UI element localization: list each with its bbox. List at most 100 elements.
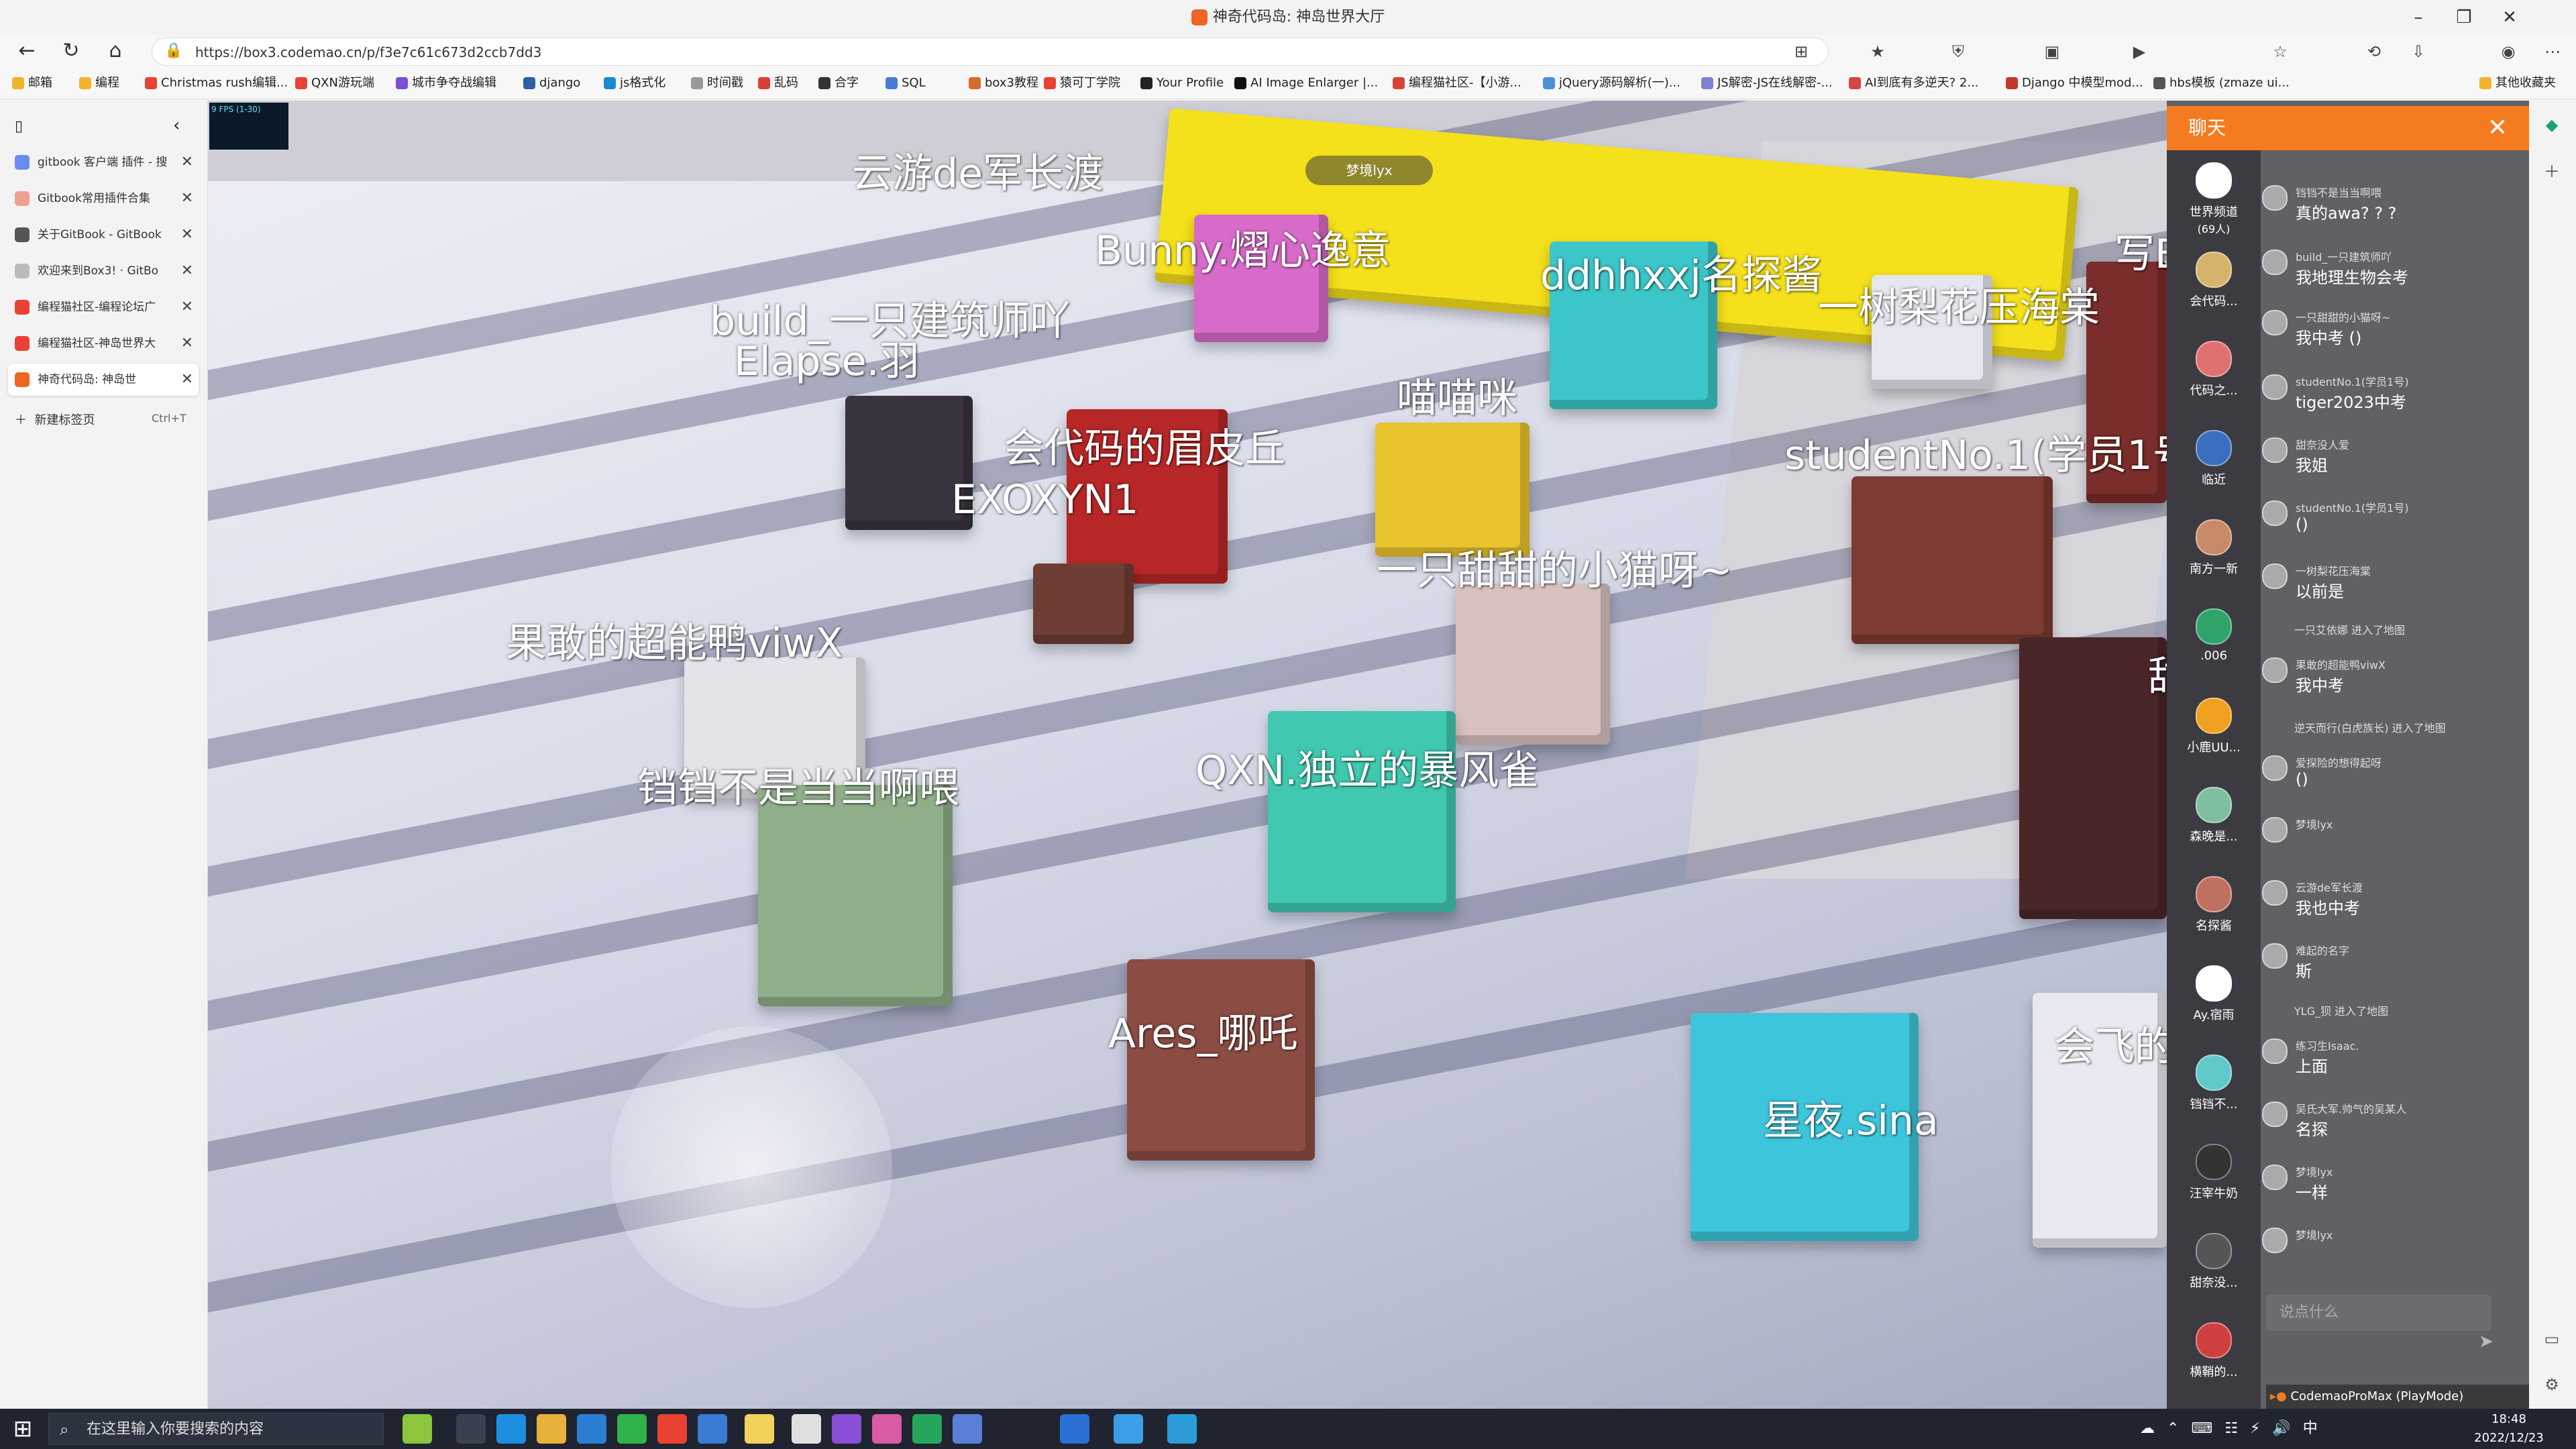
bookmark-item[interactable]: box3教程 — [969, 72, 1038, 94]
bookmark-item[interactable]: Django 中模型mod... — [2006, 72, 2143, 94]
avatar[interactable] — [2262, 657, 2288, 683]
task-view-icon[interactable] — [456, 1414, 486, 1444]
bookmark-item[interactable]: AI Image Enlarger |... — [1234, 72, 1378, 94]
close-tab-icon[interactable]: ✕ — [181, 219, 193, 251]
tab-actions-icon[interactable]: ▯ — [15, 118, 23, 135]
home-icon[interactable]: ⌂ — [102, 38, 129, 64]
bookmark-item[interactable]: 编程猫社区-【小游... — [1393, 72, 1521, 94]
app-icon[interactable] — [1060, 1414, 1089, 1444]
chat-channel[interactable]: 会代码... — [2167, 245, 2261, 325]
bookmark-item[interactable]: 城市争夺战编辑 — [396, 72, 496, 94]
app-icon[interactable] — [872, 1414, 902, 1444]
play-icon[interactable]: ▶ — [2127, 39, 2152, 64]
avatar[interactable] — [2262, 755, 2288, 781]
chat-channel[interactable]: 铛铛不... — [2167, 1048, 2261, 1128]
bookmark-item[interactable]: Christmas rush编辑... — [145, 72, 288, 94]
vscode-icon[interactable] — [577, 1414, 606, 1444]
minimize-button[interactable]: – — [2396, 0, 2440, 35]
bookmark-item[interactable]: AI到底有多逆天? 2... — [1849, 72, 1979, 94]
chat-channel[interactable]: 名探酱 — [2167, 869, 2261, 950]
close-tab-icon[interactable]: ✕ — [181, 291, 193, 323]
tab-item[interactable]: 编程猫社区-编程论坛广 ✕ — [8, 291, 199, 323]
windows-start-icon[interactable]: ⊞ — [8, 1414, 38, 1444]
document-icon[interactable] — [792, 1414, 821, 1444]
close-tab-icon[interactable]: ✕ — [181, 327, 193, 360]
bookmark-item[interactable]: jQuery源码解析(一)... — [1543, 72, 1680, 94]
app-icon[interactable] — [698, 1414, 727, 1444]
maximize-button[interactable]: ❐ — [2442, 0, 2486, 35]
chat-channel[interactable]: 代码之... — [2167, 334, 2261, 415]
file-explorer-icon[interactable] — [537, 1414, 566, 1444]
close-window-button[interactable]: ✕ — [2487, 0, 2532, 35]
bookmark-item[interactable]: 乱码 — [758, 72, 798, 94]
collections-icon[interactable]: ☆ — [2267, 39, 2293, 64]
bookmark-item[interactable]: 合字 — [818, 72, 859, 94]
visual-studio-icon[interactable] — [832, 1414, 861, 1444]
avatar[interactable] — [2262, 943, 2288, 969]
bookmark-item[interactable]: Your Profile — [1140, 72, 1224, 94]
close-tab-icon[interactable]: ✕ — [181, 182, 193, 215]
app-icon[interactable] — [953, 1414, 982, 1444]
chat-channel[interactable]: 南方一新 — [2167, 513, 2261, 593]
settings-gear-icon[interactable]: ⚙ — [2538, 1371, 2565, 1398]
bookmark-item[interactable]: 时间戳 — [691, 72, 743, 94]
game-viewport[interactable]: 云游de军长渡 Bunny.熠心逸意 ddhhxxj名探酱 一树梨花压海棠 bu… — [208, 101, 2167, 1409]
avatar[interactable] — [2262, 1228, 2288, 1253]
system-tray-icons[interactable]: ☁⌃⌨☷⚡🔊中 — [2140, 1415, 2449, 1442]
new-tab-button[interactable]: ＋ 新建标签页 — [15, 411, 95, 428]
app-icon[interactable] — [1114, 1414, 1143, 1444]
sidebar-layout-icon[interactable]: ▭ — [2538, 1326, 2565, 1352]
apps-icon[interactable]: ⊞ — [1788, 39, 1814, 64]
avatar[interactable] — [2262, 564, 2288, 589]
avatar[interactable] — [2262, 817, 2288, 843]
chat-channel[interactable]: 小鹿UU... — [2167, 691, 2261, 771]
avatar[interactable] — [2262, 310, 2288, 335]
bookmark-item[interactable]: QXN游玩端 — [295, 72, 374, 94]
pycharm-icon[interactable] — [617, 1414, 647, 1444]
chat-channel[interactable]: 临近 — [2167, 423, 2261, 504]
tab-item[interactable]: 编程猫社区-神岛世界大 ✕ — [8, 327, 199, 360]
chrome-icon[interactable] — [657, 1414, 687, 1444]
bookmark-item[interactable]: js格式化 — [604, 72, 665, 94]
add-sidebar-icon[interactable]: ＋ — [2538, 158, 2565, 185]
avatar[interactable]: ◉ — [2496, 39, 2521, 64]
chat-channel[interactable]: 横鞘的... — [2167, 1316, 2261, 1396]
tab-item[interactable]: 欢迎来到Box3! · GitBo ✕ — [8, 255, 199, 287]
refresh-icon[interactable]: ↻ — [58, 38, 85, 64]
chat-channel[interactable]: 世界频道 (69人) — [2167, 156, 2261, 236]
taskbar-search-input[interactable]: ⌕ 在这里输入你要搜索的内容 — [48, 1413, 384, 1445]
bookmark-item[interactable]: 邮箱 — [12, 72, 52, 94]
bookmark-item[interactable]: SQL — [885, 72, 926, 94]
avatar[interactable] — [2262, 185, 2288, 211]
avatar[interactable] — [2262, 1102, 2288, 1127]
avatar[interactable] — [2262, 1038, 2288, 1064]
avatar[interactable] — [2262, 374, 2288, 400]
back-icon[interactable]: ← — [13, 38, 40, 64]
notepad-icon[interactable] — [745, 1414, 774, 1444]
bookmark-item[interactable]: JS解密-JS在线解密-... — [1701, 72, 1833, 94]
bookmark-item[interactable]: 猿可丁学院 — [1044, 72, 1120, 94]
avatar[interactable] — [2262, 500, 2288, 526]
chat-close-icon[interactable]: ✕ — [2475, 106, 2520, 150]
edge-browser-icon[interactable] — [496, 1414, 526, 1444]
download-icon[interactable]: ⇩ — [2406, 39, 2431, 64]
chat-channel[interactable]: 森晚是... — [2167, 780, 2261, 861]
tab-item[interactable]: 神奇代码岛: 神岛世 ✕ — [8, 364, 199, 396]
avatar[interactable] — [2262, 250, 2288, 275]
extension-icon[interactable]: ▣ — [2039, 39, 2065, 64]
tab-item[interactable]: Gitbook常用插件合集 ✕ — [8, 182, 199, 215]
weather-icon[interactable] — [402, 1414, 432, 1444]
tab-item[interactable]: 关于GitBook - GitBook ✕ — [8, 219, 199, 251]
app-icon[interactable] — [1167, 1414, 1197, 1444]
chat-channel[interactable]: .006 — [2167, 602, 2261, 682]
bookmark-item[interactable]: hbs模板 (zmaze ui... — [2153, 72, 2290, 94]
shield-icon[interactable]: ⛨ — [1945, 39, 1971, 64]
copilot-icon[interactable]: ◆ — [2538, 111, 2565, 138]
send-icon[interactable]: ➤ — [2473, 1328, 2500, 1355]
chat-channel[interactable]: Ay.宿雨 — [2167, 959, 2261, 1039]
close-tab-icon[interactable]: ✕ — [181, 146, 193, 178]
hbuilder-icon[interactable] — [912, 1414, 942, 1444]
chat-input[interactable]: 说点什么 — [2266, 1295, 2491, 1331]
chat-channel[interactable]: 甜奈没... — [2167, 1226, 2261, 1307]
close-tab-icon[interactable]: ✕ — [181, 364, 193, 396]
